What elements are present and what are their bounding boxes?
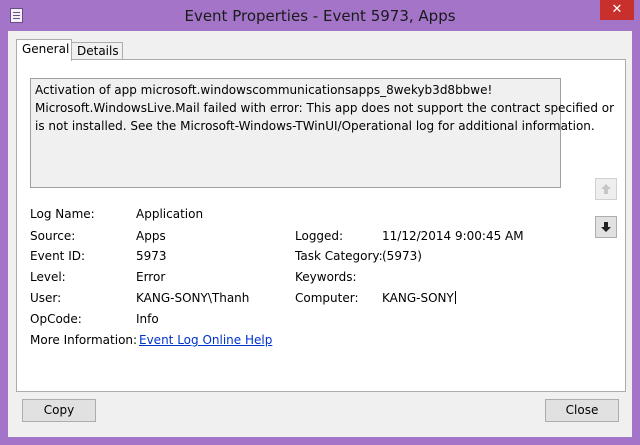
arrow-down-icon xyxy=(601,222,611,232)
window-close-button[interactable]: ✕ xyxy=(600,0,634,20)
event-log-online-help-link[interactable]: Event Log Online Help xyxy=(139,333,272,347)
dialog-client-area: General Details Activation of app micros… xyxy=(8,31,632,437)
level-value: Error xyxy=(136,270,166,284)
description-line: Microsoft.WindowsLive.Mail failed with e… xyxy=(35,101,615,115)
keywords-label: Keywords: xyxy=(295,270,357,284)
opcode-value: Info xyxy=(136,312,159,326)
event-properties-window: Event Properties - Event 5973, Apps ✕ Ge… xyxy=(0,0,640,445)
task-category-label: Task Category: xyxy=(295,249,383,263)
copy-button[interactable]: Copy xyxy=(22,399,96,422)
description-line: Activation of app microsoft.windowscommu… xyxy=(35,83,493,97)
event-id-value: 5973 xyxy=(136,249,167,263)
log-name-value: Application xyxy=(136,207,204,221)
task-category-value: (5973) xyxy=(382,249,422,263)
arrow-up-icon xyxy=(601,184,611,194)
level-label: Level: xyxy=(30,270,66,284)
logged-label: Logged: xyxy=(295,229,344,243)
more-information-label: More Information: xyxy=(30,333,138,347)
computer-label: Computer: xyxy=(295,291,359,305)
source-label: Source: xyxy=(30,229,76,243)
title-bar[interactable]: Event Properties - Event 5973, Apps ✕ xyxy=(0,0,640,31)
description-line: is not installed. See the Microsoft-Wind… xyxy=(35,119,595,133)
source-value: Apps xyxy=(136,229,166,243)
computer-value-field[interactable]: KANG-SONY xyxy=(382,291,456,305)
tab-general[interactable]: General xyxy=(16,39,72,61)
event-id-label: Event ID: xyxy=(30,249,86,263)
window-title: Event Properties - Event 5973, Apps xyxy=(184,7,456,25)
computer-value: KANG-SONY xyxy=(382,291,454,305)
user-label: User: xyxy=(30,291,62,305)
next-event-button[interactable] xyxy=(595,216,617,238)
logged-value: 11/12/2014 9:00:45 AM xyxy=(382,229,524,243)
log-name-label: Log Name: xyxy=(30,207,95,221)
opcode-label: OpCode: xyxy=(30,312,82,326)
user-value: KANG-SONY\Thanh xyxy=(136,291,250,305)
text-caret xyxy=(454,291,456,304)
event-description-box[interactable]: Activation of app microsoft.windowscommu… xyxy=(30,78,615,188)
previous-event-button[interactable] xyxy=(595,178,617,200)
tab-details[interactable]: Details xyxy=(71,42,123,60)
close-button[interactable]: Close xyxy=(545,399,619,422)
